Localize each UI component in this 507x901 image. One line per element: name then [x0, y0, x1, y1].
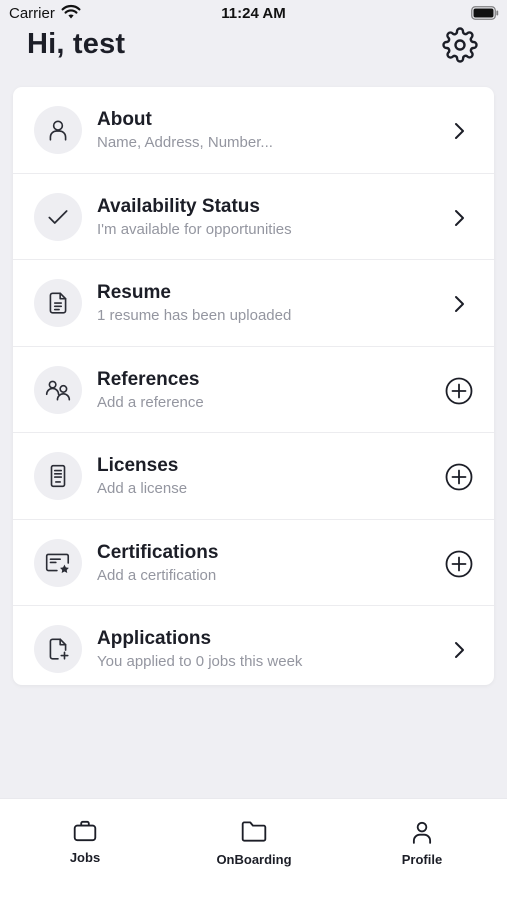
- tab-profile[interactable]: Profile: [362, 799, 482, 879]
- profile-item-resume[interactable]: Resume 1 resume has been uploaded: [13, 260, 494, 347]
- profile-item-title: Applications: [97, 628, 212, 649]
- settings-button[interactable]: [441, 26, 479, 68]
- profile-item-subtitle: Add a certification: [97, 566, 217, 584]
- gear-icon: [442, 26, 478, 68]
- profile-item-about[interactable]: About Name, Address, Number...: [13, 87, 494, 174]
- tab-label: OnBoarding: [216, 852, 292, 867]
- profile-item-subtitle: Add a license: [97, 480, 188, 497]
- chevron-right-icon[interactable]: [443, 634, 475, 666]
- document-icon: [34, 279, 82, 327]
- folder-icon: [194, 819, 314, 843]
- profile-item-title: Certifications: [97, 541, 219, 563]
- plus-circle-icon[interactable]: [443, 461, 475, 493]
- profile-item-subtitle: Add a reference: [97, 393, 204, 411]
- certificate-icon: [34, 538, 82, 587]
- tab-label: Profile: [401, 852, 443, 867]
- profile-item-title: Resume: [97, 282, 171, 303]
- people-icon: [34, 365, 82, 414]
- profile-item-subtitle: 1 resume has been uploaded: [97, 307, 292, 324]
- person-icon: [362, 819, 482, 845]
- tab-onboarding[interactable]: OnBoarding: [194, 799, 314, 879]
- profile-item-subtitle: Name, Address, Number...: [97, 134, 273, 151]
- profile-item-title: Licenses: [97, 455, 179, 476]
- chevron-right-icon[interactable]: [443, 202, 475, 234]
- profile-item-certifications[interactable]: Certifications Add a certification: [13, 520, 494, 606]
- profile-item-availability-status[interactable]: Availability Status I'm available for op…: [13, 174, 494, 260]
- status-bar: Carrier 11:24 AM: [0, 0, 507, 28]
- tab-jobs[interactable]: Jobs: [25, 799, 145, 879]
- profile-item-title: About: [97, 109, 152, 130]
- plus-circle-icon[interactable]: [443, 548, 475, 580]
- tab-bar: Jobs OnBoarding Profile: [0, 798, 507, 901]
- tab-label: Jobs: [69, 850, 101, 865]
- plus-circle-icon[interactable]: [443, 375, 475, 407]
- battery-icon: [471, 6, 499, 25]
- check-icon: [34, 192, 82, 241]
- user-icon: [34, 106, 82, 154]
- briefcase-icon: [25, 819, 145, 843]
- file-plus-icon: [34, 625, 82, 673]
- license-icon: [34, 452, 82, 500]
- chevron-right-icon[interactable]: [443, 115, 475, 147]
- profile-menu-card: About Name, Address, Number... Availabil…: [13, 87, 494, 685]
- profile-item-licenses[interactable]: Licenses Add a license: [13, 433, 494, 520]
- profile-item-applications[interactable]: Applications You applied to 0 jobs this …: [13, 606, 494, 692]
- profile-item-title: Availability Status: [97, 195, 260, 217]
- profile-item-title: References: [97, 368, 200, 390]
- page-title: Hi, test: [27, 28, 126, 60]
- chevron-right-icon[interactable]: [443, 288, 475, 320]
- profile-item-references[interactable]: References Add a reference: [13, 347, 494, 433]
- profile-item-subtitle: I'm available for opportunities: [97, 220, 292, 238]
- profile-item-subtitle: You applied to 0 jobs this week: [97, 653, 303, 670]
- clock: 11:24 AM: [221, 5, 286, 22]
